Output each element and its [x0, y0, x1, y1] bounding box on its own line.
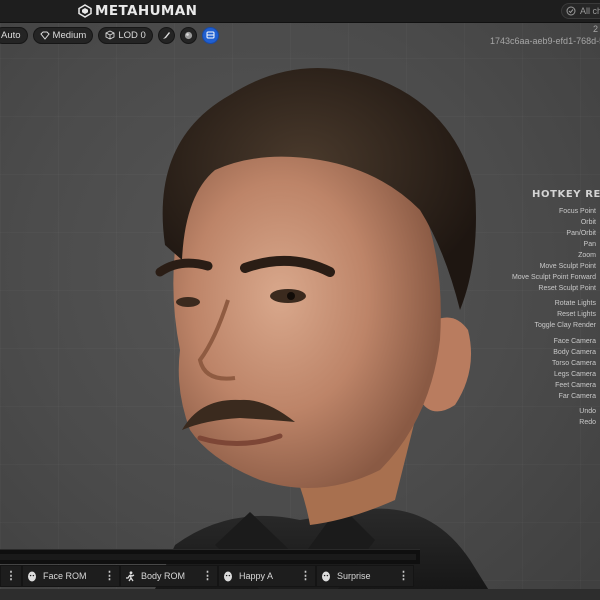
- hotkey-item: Focus Point: [559, 208, 596, 215]
- hotkey-item: Undo: [579, 408, 596, 415]
- logo-text: METAHUMAN: [95, 3, 198, 19]
- clay-render-button[interactable]: [179, 26, 197, 44]
- leading-menu-button[interactable]: ⋮: [0, 565, 22, 587]
- hotkey-item: Torso Camera: [552, 360, 596, 367]
- check-circle-icon: [566, 6, 576, 16]
- eye-left: [176, 297, 200, 307]
- animation-preset-label: Face ROM: [43, 571, 87, 581]
- metahuman-logo: METAHUMAN: [78, 3, 197, 19]
- render-mode-button[interactable]: [157, 26, 175, 44]
- counter-value: 2: [592, 24, 598, 34]
- hotkey-item: Reset Sculpt Point: [538, 285, 596, 292]
- face-icon: [224, 571, 232, 581]
- hotkey-item: Pan: [583, 241, 596, 248]
- animation-preset-label: Surprise: [337, 571, 371, 581]
- metahuman-logo-icon: [78, 4, 92, 18]
- hotkey-item: Move Sculpt Point Forward: [511, 274, 596, 281]
- screen-icon: [206, 31, 215, 39]
- viewport-toolbar: Auto Medium LOD 0: [0, 26, 219, 44]
- animation-preset-label: Happy A: [239, 571, 274, 581]
- diamond-icon: [39, 31, 50, 40]
- brush-icon: [162, 31, 170, 39]
- hotkey-reference-title: HOTKEY REFE: [532, 189, 600, 200]
- hotkey-item: Legs Camera: [553, 371, 596, 378]
- lod-label: LOD 0: [118, 29, 146, 41]
- hotkey-item: Redo: [579, 419, 596, 426]
- filter-dropdown[interactable]: All ch: [561, 3, 600, 19]
- face-icon: [28, 571, 36, 581]
- animation-preset-label: Body ROM: [141, 571, 186, 581]
- animation-preset-happy-a[interactable]: Happy A ⋮: [218, 565, 316, 587]
- bottom-strip: [0, 589, 600, 600]
- hotkey-item: Orbit: [580, 219, 596, 226]
- auto-label: Auto: [1, 29, 21, 41]
- hotkey-item: Body Camera: [553, 349, 596, 356]
- animation-preset-bar: ⋮ Face ROM ⋮ Body ROM ⋮ Happy A ⋮ Surpri…: [0, 565, 600, 589]
- quality-label: Medium: [52, 29, 87, 41]
- hotkey-item: Pan/Orbit: [566, 230, 596, 237]
- animation-timeline[interactable]: [0, 549, 420, 564]
- face-icon: [322, 571, 330, 581]
- kebab-menu-icon: ⋮: [5, 570, 17, 582]
- animation-preset-body-rom[interactable]: Body ROM ⋮: [120, 565, 218, 587]
- metahuman-character-render[interactable]: [0, 0, 600, 600]
- cube-icon: [105, 30, 115, 40]
- quality-dropdown[interactable]: Medium: [32, 26, 94, 44]
- hotkey-item: Far Camera: [558, 393, 596, 400]
- hotkey-item: Zoom: [578, 252, 596, 259]
- kebab-menu-icon[interactable]: ⋮: [104, 571, 115, 582]
- lod-dropdown[interactable]: LOD 0: [98, 26, 153, 44]
- hotkey-item: Face Camera: [553, 338, 596, 345]
- kebab-menu-icon[interactable]: ⋮: [202, 571, 213, 582]
- timeline-track[interactable]: [0, 554, 416, 560]
- kebab-menu-icon[interactable]: ⋮: [398, 571, 409, 582]
- filter-label: All ch: [580, 6, 600, 16]
- hotkey-item: Feet Camera: [555, 382, 596, 389]
- hotkey-item: Reset Lights: [557, 311, 596, 318]
- animation-preset-surprise[interactable]: Surprise ⋮: [316, 565, 414, 587]
- top-bar: METAHUMAN All ch: [0, 0, 600, 23]
- running-figure-icon: [126, 570, 135, 581]
- kebab-menu-icon[interactable]: ⋮: [300, 571, 311, 582]
- hotkey-item: Rotate Lights: [554, 300, 596, 307]
- hotkey-item: Toggle Clay Render: [534, 322, 596, 329]
- animation-preset-face-rom[interactable]: Face ROM ⋮: [22, 565, 120, 587]
- lighting-auto-button[interactable]: Auto: [0, 26, 28, 44]
- sphere-icon: [184, 31, 192, 39]
- camera-view-button[interactable]: [201, 26, 219, 44]
- hotkey-item: Move Sculpt Point: [539, 263, 596, 270]
- asset-id: 1743c6aa-aeb9-efd1-768d-5: [490, 36, 600, 46]
